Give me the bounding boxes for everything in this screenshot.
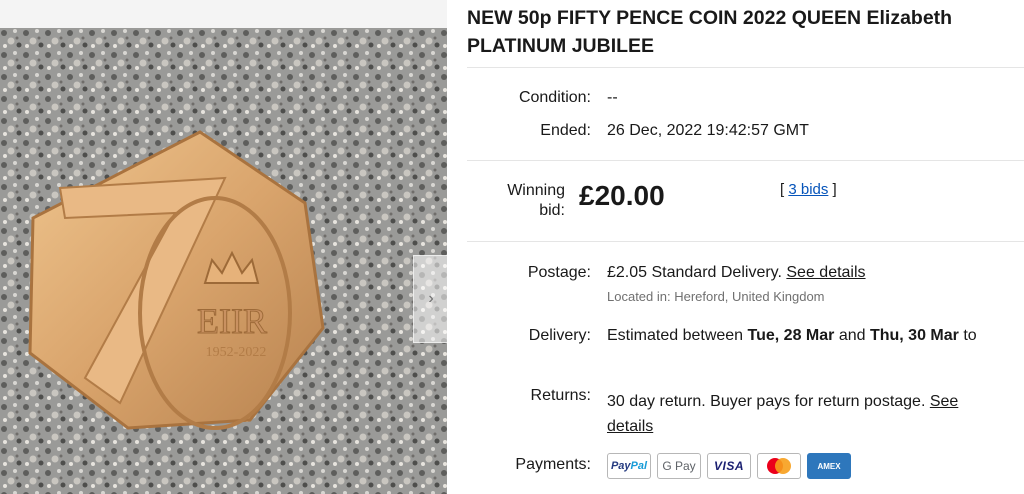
payment-methods: PayPal G Pay VISA AMEX bbox=[607, 453, 851, 479]
delivery-value: Estimated between Tue, 28 Mar and Thu, 3… bbox=[607, 327, 977, 345]
listing-title: NEW 50p FIFTY PENCE COIN 2022 QUEEN Eliz… bbox=[467, 7, 953, 57]
winning-bid-price: £20.00 bbox=[579, 180, 665, 211]
image-gallery: EIIR 1952-2022 › bbox=[0, 0, 447, 494]
condition-label: Condition: bbox=[518, 89, 591, 106]
postage-price: £2.05 bbox=[607, 264, 648, 281]
returns-label: Returns: bbox=[530, 387, 591, 404]
delivery-to-date: Thu, 30 Mar bbox=[869, 327, 959, 344]
winning-bid-label-line1: Winning bbox=[507, 182, 565, 199]
ended-label: Ended: bbox=[540, 122, 591, 139]
visa-icon: VISA bbox=[707, 453, 751, 479]
delivery-from-date: Tue, 28 Mar bbox=[747, 327, 835, 344]
product-photo[interactable]: EIIR 1952-2022 bbox=[0, 28, 447, 494]
chevron-right-icon: › bbox=[428, 290, 434, 307]
returns-details-link[interactable]: details bbox=[607, 418, 653, 435]
item-location: Located in: Hereford, United Kingdom bbox=[607, 289, 825, 304]
bids-link[interactable]: 3 bids bbox=[788, 181, 828, 198]
postage-value: £2.05 Standard Delivery. See details bbox=[607, 264, 866, 282]
bid-count: [ 3 bids ] bbox=[780, 181, 837, 198]
winning-bid-label-line2: bid: bbox=[539, 202, 565, 219]
coin-dates: 1952-2022 bbox=[206, 345, 267, 360]
delivery-and: and bbox=[834, 327, 870, 344]
ended-value: 26 Dec, 2022 19:42:57 GMT bbox=[607, 122, 809, 139]
condition-value: -- bbox=[607, 89, 618, 106]
coin-cipher: EIIR bbox=[197, 301, 267, 341]
delivery-suffix: to bbox=[958, 327, 977, 344]
listing-details: NEW 50p FIFTY PENCE COIN 2022 QUEEN Eliz… bbox=[467, 0, 1024, 494]
postage-see-details-link[interactable]: See details bbox=[786, 264, 865, 281]
mastercard-icon bbox=[757, 453, 801, 479]
divider bbox=[467, 160, 1024, 161]
payments-label: Payments: bbox=[515, 456, 591, 473]
divider bbox=[467, 67, 1024, 68]
postage-service: Standard Delivery. bbox=[647, 264, 787, 281]
paypal-icon: PayPal bbox=[607, 453, 651, 479]
google-pay-icon: G Pay bbox=[657, 453, 701, 479]
divider bbox=[467, 241, 1024, 242]
returns-see-link[interactable]: See bbox=[930, 393, 958, 410]
next-image-button[interactable]: › bbox=[413, 255, 447, 343]
bracket-close: ] bbox=[828, 181, 837, 198]
returns-text: 30 day return. Buyer pays for return pos… bbox=[607, 393, 930, 410]
delivery-label: Delivery: bbox=[528, 327, 591, 344]
returns-value: 30 day return. Buyer pays for return pos… bbox=[607, 389, 958, 439]
amex-icon: AMEX bbox=[807, 453, 851, 479]
delivery-prefix: Estimated between bbox=[607, 327, 748, 344]
postage-label: Postage: bbox=[527, 264, 591, 281]
